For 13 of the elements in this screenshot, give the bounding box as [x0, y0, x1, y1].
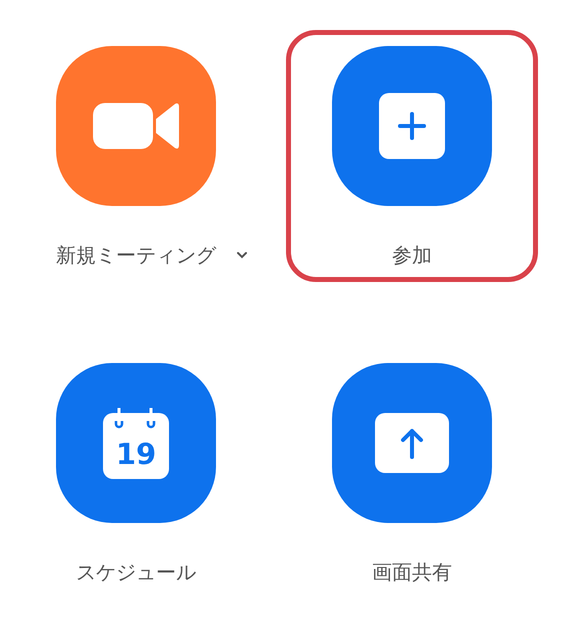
- action-label: 画面共有: [372, 559, 452, 586]
- action-tile-button[interactable]: [332, 363, 492, 523]
- action-label: 新規ミーティング: [56, 242, 216, 269]
- chevron-down-icon[interactable]: [236, 251, 248, 259]
- action-tile-button[interactable]: [332, 46, 492, 206]
- plus-icon: [379, 93, 445, 159]
- action-tile-button[interactable]: 19: [56, 363, 216, 523]
- action-label: 参加: [392, 242, 432, 269]
- calendar-icon: [103, 407, 169, 479]
- action-label: スケジュール: [76, 559, 196, 586]
- video-camera-icon: [93, 103, 179, 149]
- action-tile-button[interactable]: [56, 46, 216, 206]
- calendar-date: 19: [116, 437, 156, 471]
